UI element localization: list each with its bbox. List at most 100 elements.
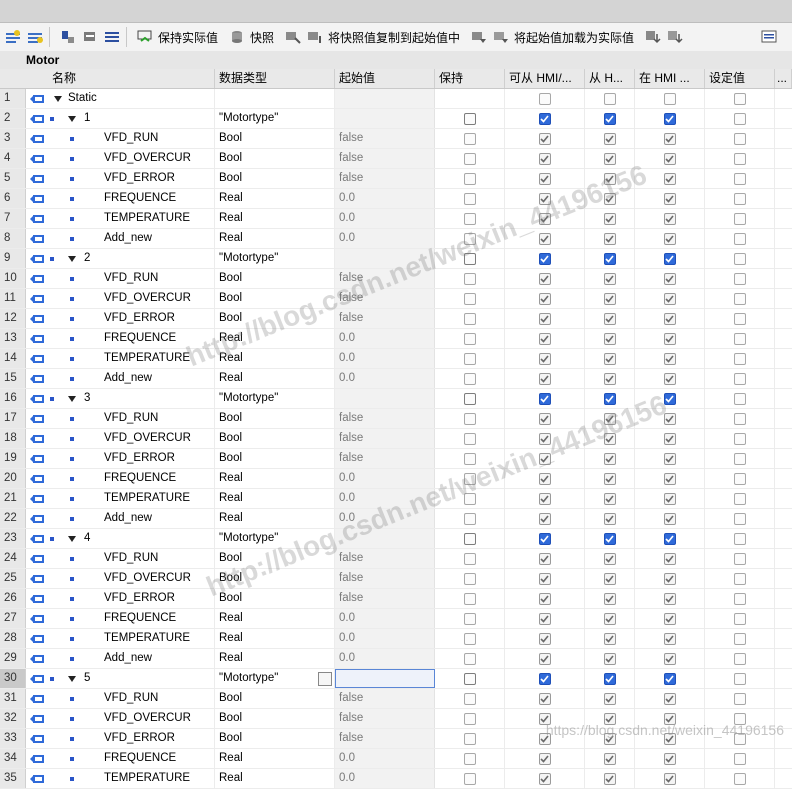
setpoint-checkbox[interactable] — [733, 412, 746, 425]
name-cell[interactable]: VFD_ERROR — [48, 729, 215, 748]
hmi-writable-checkbox[interactable] — [603, 392, 616, 405]
setpoint-checkbox[interactable] — [733, 772, 746, 785]
setpoint-checkbox[interactable] — [733, 312, 746, 325]
retain-checkbox[interactable] — [463, 552, 476, 565]
hmi-accessible-checkbox[interactable] — [538, 232, 551, 245]
datatype-cell[interactable] — [215, 89, 335, 108]
col-more[interactable]: ... — [775, 69, 792, 88]
start-value-cell[interactable] — [335, 529, 435, 548]
table-row[interactable]: 4 VFD_OVERCUR Bool false — [0, 149, 792, 169]
hmi-visible-checkbox[interactable] — [663, 152, 676, 165]
hmi-accessible-checkbox[interactable] — [538, 352, 551, 365]
hmi-writable-checkbox[interactable] — [603, 592, 616, 605]
list-view-icon[interactable] — [103, 28, 121, 46]
hmi-writable-checkbox[interactable] — [603, 352, 616, 365]
hmi-visible-checkbox[interactable] — [663, 272, 676, 285]
name-cell[interactable]: VFD_OVERCUR — [48, 569, 215, 588]
hmi-visible-checkbox[interactable] — [663, 352, 676, 365]
collapse-arrow-icon[interactable] — [68, 115, 76, 122]
datatype-cell[interactable]: Bool — [215, 689, 335, 708]
hmi-accessible-checkbox[interactable] — [538, 312, 551, 325]
table-row[interactable]: 9 2 "Motortype" — [0, 249, 792, 269]
type-picker-icon[interactable] — [318, 672, 332, 686]
setpoint-checkbox[interactable] — [733, 92, 746, 105]
datatype-cell[interactable]: Real — [215, 629, 335, 648]
retain-checkbox[interactable] — [463, 112, 476, 125]
hmi-visible-checkbox[interactable] — [663, 292, 676, 305]
retain-checkbox[interactable] — [463, 472, 476, 485]
datatype-cell[interactable]: "Motortype" — [215, 109, 335, 128]
hmi-accessible-checkbox[interactable] — [538, 172, 551, 185]
download-icon[interactable] — [644, 28, 662, 46]
snapshot-copy-icon[interactable] — [284, 28, 302, 46]
table-row[interactable]: 2 1 "Motortype" — [0, 109, 792, 129]
name-cell[interactable]: VFD_OVERCUR — [48, 149, 215, 168]
name-cell[interactable]: VFD_OVERCUR — [48, 429, 215, 448]
hmi-writable-checkbox[interactable] — [603, 412, 616, 425]
load-start-icon[interactable] — [470, 28, 488, 46]
col-start-value[interactable]: 起始值 — [335, 69, 435, 88]
setpoint-checkbox[interactable] — [733, 272, 746, 285]
hmi-visible-checkbox[interactable] — [663, 332, 676, 345]
table-row[interactable]: 5 VFD_ERROR Bool false — [0, 169, 792, 189]
hmi-visible-checkbox[interactable] — [663, 752, 676, 765]
datatype-cell[interactable]: Bool — [215, 449, 335, 468]
datatype-cell[interactable]: "Motortype" — [215, 669, 335, 688]
collapse-arrow-icon[interactable] — [54, 95, 62, 102]
hmi-writable-checkbox[interactable] — [603, 332, 616, 345]
retain-checkbox[interactable] — [463, 212, 476, 225]
monitor-icon[interactable] — [136, 28, 154, 46]
retain-checkbox[interactable] — [463, 192, 476, 205]
datatype-cell[interactable]: Real — [215, 369, 335, 388]
hmi-visible-checkbox[interactable] — [663, 192, 676, 205]
start-value-cell[interactable]: 0.0 — [335, 369, 435, 388]
hmi-writable-checkbox[interactable] — [603, 612, 616, 625]
start-value-cell[interactable]: 0.0 — [335, 349, 435, 368]
datatype-cell[interactable]: Bool — [215, 569, 335, 588]
datatype-cell[interactable]: Real — [215, 749, 335, 768]
hmi-visible-checkbox[interactable] — [663, 652, 676, 665]
datatype-cell[interactable]: Real — [215, 489, 335, 508]
datatype-cell[interactable]: "Motortype" — [215, 249, 335, 268]
load-start-alt-icon[interactable] — [492, 28, 510, 46]
setpoint-checkbox[interactable] — [733, 232, 746, 245]
setpoint-checkbox[interactable] — [733, 572, 746, 585]
setpoint-checkbox[interactable] — [733, 672, 746, 685]
hmi-accessible-checkbox[interactable] — [538, 692, 551, 705]
start-value-cell[interactable]: false — [335, 689, 435, 708]
start-value-cell[interactable]: 0.0 — [335, 649, 435, 668]
retain-checkbox[interactable] — [463, 632, 476, 645]
setpoint-checkbox[interactable] — [733, 612, 746, 625]
table-row[interactable]: 3 VFD_RUN Bool false — [0, 129, 792, 149]
hmi-visible-checkbox[interactable] — [663, 512, 676, 525]
datatype-cell[interactable]: Bool — [215, 409, 335, 428]
table-row[interactable]: 11 VFD_OVERCUR Bool false — [0, 289, 792, 309]
retain-checkbox[interactable] — [463, 572, 476, 585]
retain-checkbox[interactable] — [463, 172, 476, 185]
hmi-writable-checkbox[interactable] — [603, 632, 616, 645]
start-value-cell[interactable]: 0.0 — [335, 329, 435, 348]
setpoint-checkbox[interactable] — [733, 292, 746, 305]
hmi-accessible-checkbox[interactable] — [538, 632, 551, 645]
name-cell[interactable]: VFD_RUN — [48, 549, 215, 568]
setpoint-checkbox[interactable] — [733, 512, 746, 525]
start-value-cell[interactable]: false — [335, 149, 435, 168]
table-row[interactable]: 13 FREQUENCE Real 0.0 — [0, 329, 792, 349]
hmi-accessible-checkbox[interactable] — [538, 272, 551, 285]
hmi-writable-checkbox[interactable] — [603, 672, 616, 685]
retain-checkbox[interactable] — [463, 672, 476, 685]
name-cell[interactable]: Add_new — [48, 229, 215, 248]
retain-checkbox[interactable] — [463, 432, 476, 445]
setpoint-checkbox[interactable] — [733, 152, 746, 165]
setpoint-checkbox[interactable] — [733, 432, 746, 445]
table-row[interactable]: 17 VFD_RUN Bool false — [0, 409, 792, 429]
datatype-cell[interactable]: Bool — [215, 429, 335, 448]
datatype-cell[interactable]: "Motortype" — [215, 389, 335, 408]
retain-checkbox[interactable] — [463, 732, 476, 745]
hmi-visible-checkbox[interactable] — [663, 632, 676, 645]
window-options-icon[interactable] — [760, 28, 778, 46]
table-row[interactable]: 31 VFD_RUN Bool false — [0, 689, 792, 709]
table-row[interactable]: 35 TEMPERATURE Real 0.0 — [0, 769, 792, 789]
setpoint-checkbox[interactable] — [733, 532, 746, 545]
start-value-cell[interactable]: 0.0 — [335, 469, 435, 488]
